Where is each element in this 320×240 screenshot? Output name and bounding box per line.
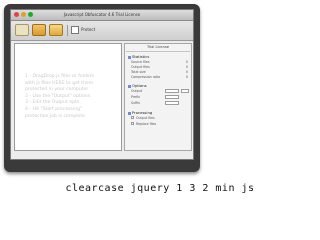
option-browse-button[interactable] — [181, 89, 189, 93]
stat-row: Output files 0 — [131, 65, 188, 69]
processing-icon — [128, 111, 131, 115]
option-label: Prefix — [131, 95, 140, 99]
stat-row: Source files 0 — [131, 60, 188, 64]
options-section[interactable]: Options — [128, 83, 147, 88]
stat-label: Source files — [131, 60, 150, 64]
title-bar: Javascript Obfuscator 4.6 Trial License — [11, 10, 193, 21]
processing-label: Processing — [132, 110, 153, 115]
instruction-line: protected in your computer — [25, 87, 89, 93]
option-row: Output — [131, 89, 189, 93]
app-window: Javascript Obfuscator 4.6 Trial License … — [10, 9, 194, 160]
toolbar: Protect — [11, 21, 193, 41]
processing-row-label: Replace files — [136, 122, 157, 126]
caption-text: clearcase jquery 1 3 2 min js — [65, 183, 255, 194]
option-field[interactable] — [165, 101, 179, 105]
processing-row: Replace files — [131, 122, 188, 126]
processing-row: Output files — [131, 116, 188, 120]
side-panel: Trial License Statistics Source files 0 … — [124, 43, 192, 151]
toolbar-separator — [67, 25, 68, 36]
instruction-line: 3 - Edit the Output opts. — [25, 100, 81, 106]
option-row: Prefix — [131, 95, 188, 99]
processing-checkbox[interactable] — [131, 116, 134, 119]
stat-row: Compression ratio 0 — [131, 75, 188, 79]
statistics-label: Statistics — [132, 54, 150, 59]
instruction-line: protection job is complete — [25, 113, 85, 119]
stat-label: Output files — [131, 65, 150, 69]
instruction-line: 4 - Hit "Start processing" — [25, 106, 83, 112]
instruction-line: 1 - DragDrop js files or folders — [25, 74, 95, 79]
window-title: Javascript Obfuscator 4.6 Trial License — [63, 12, 141, 17]
drop-area[interactable]: 1 - DragDrop js files or folders with js… — [14, 43, 122, 151]
option-field[interactable] — [165, 95, 179, 99]
protect-checkbox[interactable] — [71, 26, 79, 34]
stat-label: Compression ratio — [131, 75, 161, 79]
statistics-section[interactable]: Statistics — [128, 54, 149, 59]
protect-label: Protect — [81, 27, 96, 32]
folder-icon[interactable] — [32, 24, 46, 36]
option-row: Suffix — [131, 101, 188, 105]
processing-section[interactable]: Processing — [128, 110, 152, 115]
stat-row: Total size 0 — [131, 70, 188, 74]
option-label: Output — [131, 89, 143, 93]
option-field[interactable] — [165, 89, 179, 93]
panel-divider — [126, 51, 190, 52]
instruction-list: 1 - DragDrop js files or folders with js… — [25, 74, 117, 120]
stat-label: Total size — [131, 70, 146, 74]
processing-checkbox[interactable] — [131, 122, 134, 125]
stat-value: 0 — [185, 60, 188, 64]
options-label: Options — [132, 83, 147, 88]
statistics-icon — [128, 55, 131, 59]
panel-title: Trial License — [146, 45, 170, 49]
new-file-icon[interactable] — [15, 24, 29, 36]
stat-value: 0 — [185, 65, 188, 69]
options-icon — [128, 84, 131, 88]
stat-value: 0 — [185, 70, 188, 74]
stat-value: 0 — [185, 75, 188, 79]
option-label: Suffix — [131, 101, 141, 105]
disk-icon[interactable] — [49, 24, 63, 36]
processing-row-label: Output files — [136, 116, 155, 120]
